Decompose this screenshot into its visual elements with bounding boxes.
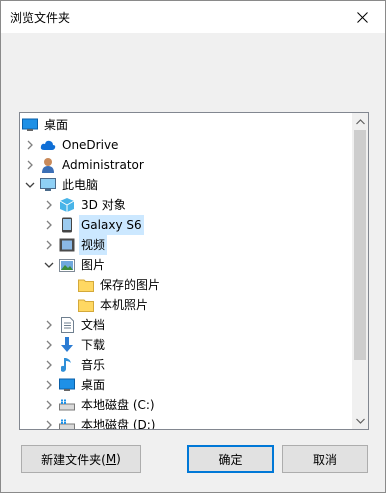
chevron-right-icon[interactable]	[43, 319, 55, 331]
ok-button[interactable]: 确定	[187, 445, 274, 473]
chevron-down-icon[interactable]	[43, 259, 55, 271]
tree-item-label: OneDrive	[62, 138, 119, 152]
tree-item-label: 本机照片	[100, 298, 149, 312]
drive-icon	[59, 417, 75, 429]
new-folder-accelerator: M	[105, 452, 117, 466]
window-title: 浏览文件夹	[10, 11, 71, 25]
user-icon	[40, 157, 56, 173]
tree-item-label: 3D 对象	[81, 198, 126, 212]
phone-icon	[59, 217, 75, 233]
cancel-label: 取消	[312, 452, 337, 467]
chevron-right-icon[interactable]	[43, 339, 55, 351]
desktop-icon	[59, 377, 75, 393]
tree-item-label: 保存的图片	[100, 278, 161, 292]
folder-tree[interactable]: 桌面 OneDrive Administrator 此电脑 3D 对象 Galaxy S6…	[19, 112, 369, 430]
desktop-icon	[22, 117, 38, 133]
drive-icon	[59, 397, 75, 413]
chevron-right-icon[interactable]	[24, 139, 36, 151]
tree-item[interactable]: 桌面	[20, 115, 352, 135]
tree-item[interactable]: 图片	[20, 255, 352, 275]
tree-item[interactable]: 3D 对象	[20, 195, 352, 215]
tree-item[interactable]: 视频	[20, 235, 352, 255]
title-bar[interactable]: 浏览文件夹	[1, 1, 385, 33]
cloud-icon	[40, 137, 56, 153]
tree-item[interactable]: 桌面	[20, 375, 352, 395]
music-icon	[59, 357, 75, 373]
tree-item-label: Galaxy S6	[79, 215, 144, 235]
tree-item[interactable]: 保存的图片	[20, 275, 352, 295]
chevron-right-icon[interactable]	[43, 239, 55, 251]
scrollbar-thumb[interactable]	[354, 130, 366, 360]
folder-icon	[78, 277, 94, 293]
tree-item-label: 此电脑	[62, 178, 99, 192]
pictures-icon	[59, 257, 75, 273]
chevron-right-icon[interactable]	[43, 379, 55, 391]
scroll-down-button[interactable]	[352, 412, 368, 429]
tree-item-label: 下载	[81, 338, 106, 352]
tree-item-label: 桌面	[81, 378, 106, 392]
tree-item-label: 视频	[79, 235, 108, 255]
tree-item[interactable]: 本机照片	[20, 295, 352, 315]
download-icon	[59, 337, 75, 353]
new-folder-label: 新建文件夹(	[41, 452, 106, 467]
browse-folder-dialog: 浏览文件夹 桌面 OneDrive Administrator 此电脑 3D 对象 Gal…	[0, 0, 386, 493]
chevron-down-icon[interactable]	[24, 179, 36, 191]
tree-item[interactable]: 本地磁盘 (D:)	[20, 415, 352, 430]
tree-item-label: 本地磁盘 (C:)	[81, 398, 155, 412]
tree-item-label: 图片	[81, 258, 106, 272]
vertical-scrollbar[interactable]	[352, 113, 368, 429]
close-button[interactable]	[339, 1, 385, 33]
tree-item[interactable]: 文档	[20, 315, 352, 335]
chevron-right-icon[interactable]	[43, 199, 55, 211]
document-icon	[59, 317, 75, 333]
chevron-right-icon[interactable]	[43, 419, 55, 429]
chevron-down-icon	[355, 418, 365, 424]
tree-item[interactable]: Galaxy S6	[20, 215, 352, 235]
chevron-right-icon[interactable]	[24, 159, 36, 171]
ok-label: 确定	[218, 452, 243, 467]
tree-item-label: 文档	[81, 318, 106, 332]
tree-item[interactable]: Administrator	[20, 155, 352, 175]
folder-icon	[78, 297, 94, 313]
tree-item-label: 音乐	[81, 358, 106, 372]
chevron-right-icon[interactable]	[43, 219, 55, 231]
tree-item-label: Administrator	[62, 158, 144, 172]
close-icon	[356, 11, 368, 23]
chevron-up-icon	[355, 118, 365, 124]
new-folder-button[interactable]: 新建文件夹(M)	[21, 445, 141, 473]
tree-item-label: 本地磁盘 (D:)	[81, 418, 156, 430]
scroll-up-button[interactable]	[352, 113, 368, 130]
cancel-button[interactable]: 取消	[282, 445, 368, 473]
new-folder-label-close: )	[116, 452, 121, 466]
3d-objects-icon	[59, 197, 75, 213]
tree-item-label: 桌面	[44, 118, 69, 132]
chevron-right-icon[interactable]	[43, 359, 55, 371]
tree-item[interactable]: 音乐	[20, 355, 352, 375]
chevron-right-icon[interactable]	[43, 399, 55, 411]
tree-item[interactable]: 本地磁盘 (C:)	[20, 395, 352, 415]
tree-item[interactable]: 下载	[20, 335, 352, 355]
tree-item[interactable]: OneDrive	[20, 135, 352, 155]
tree-item[interactable]: 此电脑	[20, 175, 352, 195]
video-icon	[59, 237, 75, 253]
computer-icon	[40, 177, 56, 193]
